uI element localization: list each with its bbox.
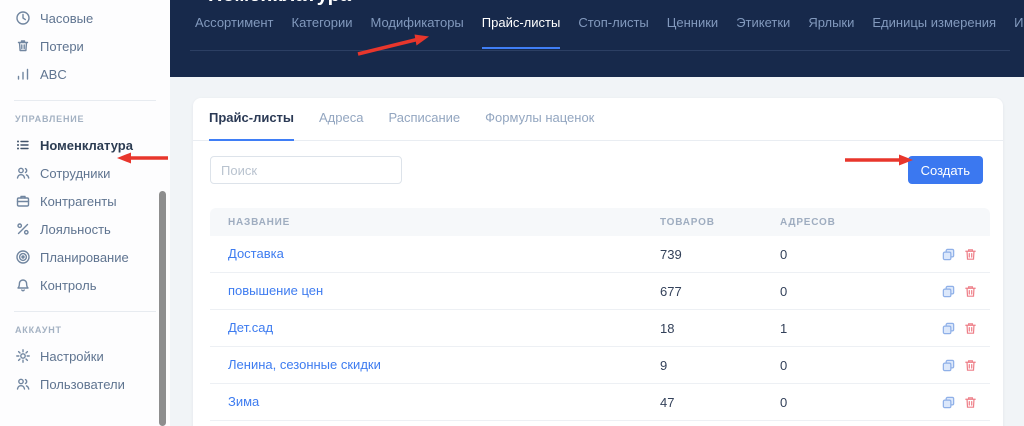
delete-icon[interactable]: [963, 284, 978, 299]
app-window: Часовые Потери ABC УПРАВЛЕНИЕ Номенклатура Со…: [0, 0, 1024, 426]
price-list-link[interactable]: Зима: [228, 394, 259, 409]
price-list-link[interactable]: Ленина, сезонные скидки: [228, 357, 381, 372]
duplicate-icon[interactable]: [941, 395, 956, 410]
sidebar-item-настройки[interactable]: Настройки: [0, 342, 170, 370]
header-tab-прайс-листы[interactable]: Прайс-листы: [481, 16, 560, 49]
addresses-count: 0: [780, 246, 788, 262]
header-tab-этикетки[interactable]: Этикетки: [736, 16, 790, 49]
addresses-count: 0: [780, 394, 788, 410]
table-header: НАЗВАНИЕ ТОВАРОВ АДРЕСОВ: [210, 208, 990, 236]
sidebar-item-label: Лояльность: [40, 221, 111, 237]
sidebar: Часовые Потери ABC УПРАВЛЕНИЕ Номенклатура Со…: [0, 0, 170, 426]
card-tab-адреса[interactable]: Адреса: [319, 111, 363, 140]
duplicate-icon[interactable]: [941, 247, 956, 262]
sidebar-section-label: УПРАВЛЕНИЕ: [15, 114, 85, 124]
delete-icon[interactable]: [963, 395, 978, 410]
addresses-count: 0: [780, 283, 788, 299]
sidebar-item-планирование[interactable]: Планирование: [0, 243, 170, 271]
header-tab-единицы измерения[interactable]: Единицы измерения: [872, 16, 996, 49]
gear-icon: [14, 348, 31, 365]
sidebar-item-лояльность[interactable]: Лояльность: [0, 215, 170, 243]
bar-chart-icon: [14, 66, 31, 83]
table-row: повышение цен 677 0: [210, 273, 990, 310]
column-header-addresses: АДРЕСОВ: [780, 216, 836, 228]
sidebar-item-label: Контроль: [40, 277, 97, 293]
card-tab-расписание[interactable]: Расписание: [388, 111, 460, 140]
products-count: 9: [660, 357, 668, 373]
sidebar-item-номенклатура[interactable]: Номенклатура: [0, 131, 170, 159]
duplicate-icon[interactable]: [941, 284, 956, 299]
column-header-name: НАЗВАНИЕ: [228, 216, 291, 228]
briefcase-icon: [14, 193, 31, 210]
sidebar-divider: [14, 100, 156, 101]
header-tab-ассортимент[interactable]: Ассортимент: [195, 16, 274, 49]
sidebar-item-label: Настройки: [40, 348, 104, 364]
header-divider: [190, 50, 1010, 51]
header-tab-ярлыки[interactable]: Ярлыки: [808, 16, 854, 49]
sidebar-item-label: Часовые: [40, 10, 94, 26]
header-tab-ценники[interactable]: Ценники: [667, 16, 718, 49]
table-row: Дет.сад 18 1: [210, 310, 990, 347]
sidebar-item-label: Номенклатура: [40, 137, 133, 153]
page-title: Номенклатура: [208, 0, 351, 5]
content-area: Прайс-листы Адреса Расписание Формулы нацен…: [170, 77, 1024, 426]
duplicate-icon[interactable]: [941, 358, 956, 373]
header-tab-импорт, интеграция[interactable]: Импорт, интеграция: [1014, 16, 1024, 49]
sidebar-item-label: Сотрудники: [40, 165, 111, 181]
sidebar-item-контрагенты[interactable]: Контрагенты: [0, 187, 170, 215]
sidebar-item-label: Планирование: [40, 249, 129, 265]
price-list-link[interactable]: Доставка: [228, 246, 284, 261]
create-button[interactable]: Создать: [907, 156, 983, 184]
sidebar-item-label: Потери: [40, 38, 84, 54]
sidebar-divider: [14, 311, 156, 312]
table-body: Доставка 739 0 повышение цен 677 0 Дет.сад 18 1 Л…: [210, 236, 990, 421]
top-header: Номенклатура Ассортимент Категории Модифик…: [170, 0, 1024, 77]
sidebar-item-сотрудники[interactable]: Сотрудники: [0, 159, 170, 187]
card-tab-прайс-листы[interactable]: Прайс-листы: [209, 111, 295, 141]
card-tabs: Прайс-листы Адреса Расписание Формулы нацен…: [193, 98, 1003, 141]
header-tab-модификаторы[interactable]: Модификаторы: [371, 16, 464, 49]
list-icon: [14, 137, 31, 154]
sidebar-item-пользователи[interactable]: Пользователи: [0, 370, 170, 398]
sidebar-item-потери[interactable]: Потери: [0, 32, 170, 60]
table-row: Зима 47 0: [210, 384, 990, 421]
products-count: 739: [660, 246, 682, 262]
products-count: 47: [660, 394, 675, 410]
column-header-products: ТОВАРОВ: [660, 216, 715, 228]
table-row: Доставка 739 0: [210, 236, 990, 273]
header-tabs: Ассортимент Категории Модификаторы Прайс-ли…: [195, 16, 1024, 49]
delete-icon[interactable]: [963, 247, 978, 262]
sidebar-item-контроль[interactable]: Контроль: [0, 271, 170, 299]
price-list-link[interactable]: повышение цен: [228, 283, 323, 298]
card-tab-формулы наценок[interactable]: Формулы наценок: [485, 111, 594, 140]
addresses-count: 1: [780, 320, 788, 336]
products-count: 677: [660, 283, 682, 299]
delete-icon[interactable]: [963, 358, 978, 373]
header-tab-стоп-листы[interactable]: Стоп-листы: [578, 16, 648, 49]
delete-icon[interactable]: [963, 321, 978, 336]
price-lists-card: Прайс-листы Адреса Расписание Формулы нацен…: [193, 98, 1003, 426]
sidebar-scrollbar[interactable]: [159, 191, 166, 426]
addresses-count: 0: [780, 357, 788, 373]
table-row: Ленина, сезонные скидки 9 0: [210, 347, 990, 384]
bell-icon: [14, 277, 31, 294]
sidebar-section-label: АККАУНТ: [15, 325, 62, 335]
people-icon: [14, 165, 31, 182]
target-icon: [14, 249, 31, 266]
sidebar-item-label: Пользователи: [40, 376, 125, 392]
duplicate-icon[interactable]: [941, 321, 956, 336]
header-tab-категории[interactable]: Категории: [292, 16, 353, 49]
search-input[interactable]: [210, 156, 402, 184]
people-icon: [14, 376, 31, 393]
sidebar-item-часовые[interactable]: Часовые: [0, 4, 170, 32]
sidebar-item-abc[interactable]: ABC: [0, 60, 170, 88]
products-count: 18: [660, 320, 675, 336]
percent-icon: [14, 221, 31, 238]
clock-icon: [14, 10, 31, 27]
price-lists-table: НАЗВАНИЕ ТОВАРОВ АДРЕСОВ Доставка 739 0 пов…: [210, 208, 990, 421]
price-list-link[interactable]: Дет.сад: [228, 320, 273, 335]
sidebar-item-label: Контрагенты: [40, 193, 117, 209]
trash-icon: [14, 38, 31, 55]
sidebar-item-label: ABC: [40, 66, 67, 82]
